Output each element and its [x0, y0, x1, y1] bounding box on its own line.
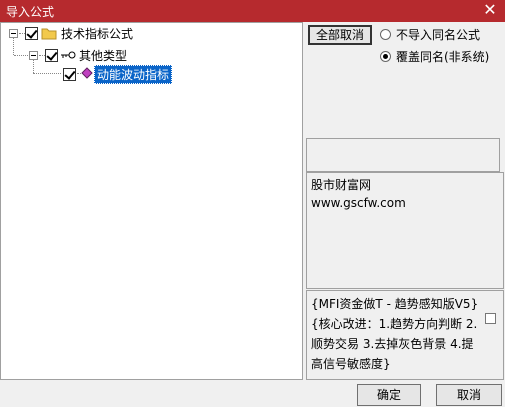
description-checkbox[interactable] [485, 313, 496, 324]
radio-skip-duplicates[interactable] [380, 29, 391, 40]
description-text: {MFI资金做T - 趋势感知版V5} {核心改进：1.趋势方向判断 2. 顺势… [311, 297, 479, 371]
key-icon [61, 51, 76, 59]
tree-leaf-label[interactable]: 动能波动指标 [94, 65, 173, 84]
child-checkbox[interactable] [45, 49, 58, 62]
tree-child-label[interactable]: 其他类型 [79, 47, 127, 64]
info-panel: 股市财富网 www.gscfw.com [306, 172, 504, 289]
radio-skip-label[interactable]: 不导入同名公式 [396, 26, 480, 43]
cancel-button[interactable]: 取消 [436, 384, 502, 406]
tree-connector [14, 55, 28, 57]
close-icon[interactable]: ✕ [481, 1, 499, 19]
title-bar: 导入公式 ✕ [0, 0, 505, 22]
description-panel: {MFI资金做T - 趋势感知版V5} {核心改进：1.趋势方向判断 2. 顺势… [306, 290, 504, 380]
formula-diamond-icon [81, 67, 93, 79]
uncheck-all-button[interactable]: 全部取消 [308, 25, 372, 45]
window-title: 导入公式 [6, 5, 55, 19]
collapse-root-icon[interactable] [9, 29, 18, 38]
tree-connector [33, 73, 61, 75]
ok-button[interactable]: 确定 [357, 384, 421, 406]
radio-overwrite-label[interactable]: 覆盖同名(非系统) [396, 48, 489, 65]
info-line-1: 股市财富网 [311, 178, 372, 192]
empty-strip [306, 138, 500, 172]
folder-icon [41, 28, 57, 40]
info-line-2: www.gscfw.com [311, 196, 406, 210]
leaf-checkbox[interactable] [63, 68, 76, 81]
radio-overwrite-duplicates[interactable] [380, 51, 391, 62]
collapse-child-icon[interactable] [29, 51, 38, 60]
root-checkbox[interactable] [25, 27, 38, 40]
tree-root-label[interactable]: 技术指标公式 [61, 25, 133, 42]
formula-tree[interactable]: 技术指标公式 其他类型 动能波动指标 [0, 22, 303, 380]
